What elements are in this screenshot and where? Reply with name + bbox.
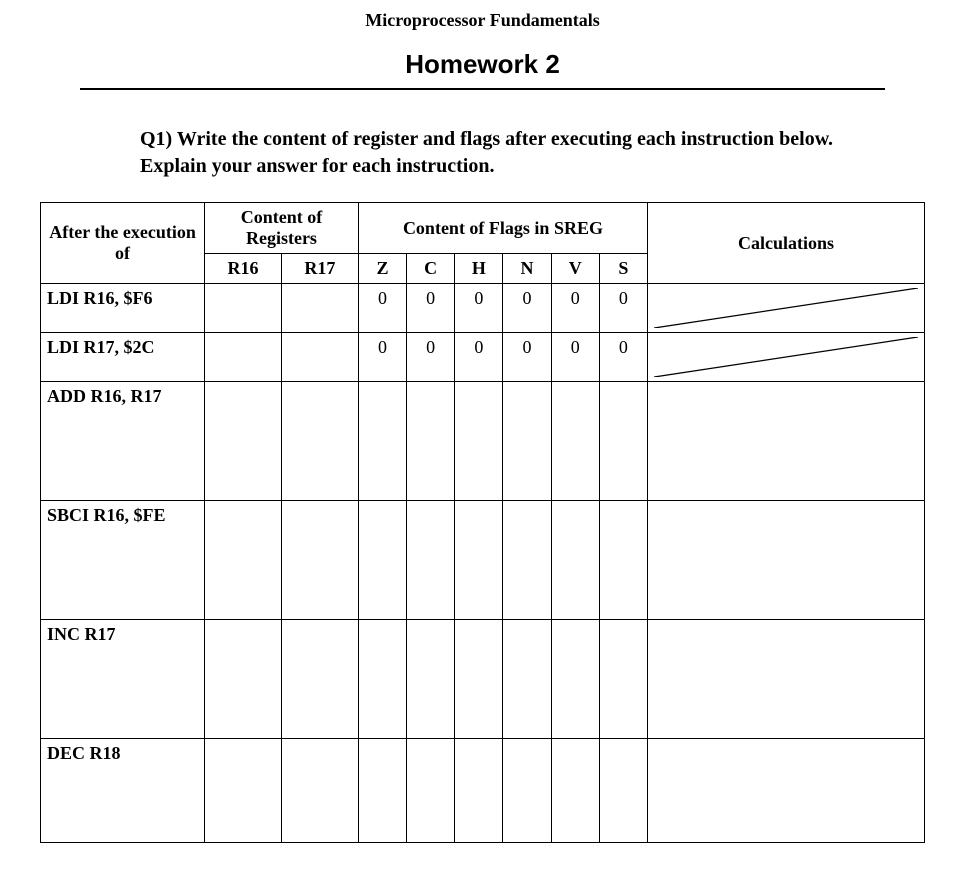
cell-h: 0: [455, 284, 503, 333]
cell-r16: [205, 620, 282, 739]
cell-c: [407, 501, 455, 620]
th-h: H: [455, 254, 503, 284]
slash-icon: [654, 288, 918, 328]
question-text: Q1) Write the content of register and fl…: [140, 126, 865, 180]
cell-n: [503, 620, 551, 739]
cell-r16: [205, 501, 282, 620]
cell-r17: [281, 382, 358, 501]
cell-r16: [205, 333, 282, 382]
cell-calc: [648, 739, 925, 843]
th-r17: R17: [281, 254, 358, 284]
cell-calc: [648, 620, 925, 739]
cell-h: [455, 501, 503, 620]
table-row: DEC R18: [41, 739, 925, 843]
cell-r16: [205, 382, 282, 501]
cell-c: [407, 382, 455, 501]
cell-calc: [648, 333, 925, 382]
cell-r17: [281, 739, 358, 843]
th-s: S: [599, 254, 647, 284]
cell-r17: [281, 620, 358, 739]
table-row: SBCI R16, $FE: [41, 501, 925, 620]
th-regs: Content of Registers: [205, 203, 359, 254]
page: Microprocessor Fundamentals Homework 2 Q…: [0, 0, 965, 883]
cell-c: [407, 620, 455, 739]
cell-v: [551, 382, 599, 501]
cell-v: [551, 620, 599, 739]
cell-n: [503, 739, 551, 843]
cell-z: [358, 382, 406, 501]
th-v: V: [551, 254, 599, 284]
cell-instruction: LDI R17, $2C: [41, 333, 205, 382]
homework-table: After the execution of Content of Regist…: [40, 202, 925, 843]
cell-v: [551, 739, 599, 843]
cell-n: [503, 501, 551, 620]
cell-n: 0: [503, 284, 551, 333]
cell-s: [599, 739, 647, 843]
cell-r17: [281, 501, 358, 620]
cell-instruction: INC R17: [41, 620, 205, 739]
cell-r16: [205, 739, 282, 843]
th-exec: After the execution of: [41, 203, 205, 284]
table-row: ADD R16, R17: [41, 382, 925, 501]
th-n: N: [503, 254, 551, 284]
cell-h: [455, 739, 503, 843]
cell-instruction: DEC R18: [41, 739, 205, 843]
title-rule: [80, 88, 885, 90]
cell-h: 0: [455, 333, 503, 382]
th-r16: R16: [205, 254, 282, 284]
cell-r17: [281, 333, 358, 382]
cell-instruction: SBCI R16, $FE: [41, 501, 205, 620]
table-row: LDI R17, $2C 0 0 0 0 0 0: [41, 333, 925, 382]
slash-icon: [654, 337, 918, 377]
th-flags: Content of Flags in SREG: [358, 203, 647, 254]
cell-v: [551, 501, 599, 620]
cell-v: 0: [551, 284, 599, 333]
cell-calc: [648, 382, 925, 501]
th-c: C: [407, 254, 455, 284]
cell-instruction: LDI R16, $F6: [41, 284, 205, 333]
cell-c: 0: [407, 284, 455, 333]
cell-n: [503, 382, 551, 501]
th-calc: Calculations: [648, 203, 925, 284]
cell-s: 0: [599, 284, 647, 333]
cell-h: [455, 620, 503, 739]
cell-z: [358, 501, 406, 620]
cell-calc: [648, 501, 925, 620]
cell-z: [358, 620, 406, 739]
cell-s: [599, 620, 647, 739]
cell-c: 0: [407, 333, 455, 382]
homework-title: Homework 2: [40, 49, 925, 80]
cell-r17: [281, 284, 358, 333]
cell-s: [599, 382, 647, 501]
cell-c: [407, 739, 455, 843]
cell-z: 0: [358, 284, 406, 333]
cell-z: 0: [358, 333, 406, 382]
cell-h: [455, 382, 503, 501]
cell-calc: [648, 284, 925, 333]
table-row: INC R17: [41, 620, 925, 739]
cell-s: 0: [599, 333, 647, 382]
cell-n: 0: [503, 333, 551, 382]
th-z: Z: [358, 254, 406, 284]
table-row: LDI R16, $F6 0 0 0 0 0 0: [41, 284, 925, 333]
cell-r16: [205, 284, 282, 333]
cell-z: [358, 739, 406, 843]
header-row-1: After the execution of Content of Regist…: [41, 203, 925, 254]
cell-instruction: ADD R16, R17: [41, 382, 205, 501]
cell-s: [599, 501, 647, 620]
cell-v: 0: [551, 333, 599, 382]
course-title: Microprocessor Fundamentals: [40, 10, 925, 31]
